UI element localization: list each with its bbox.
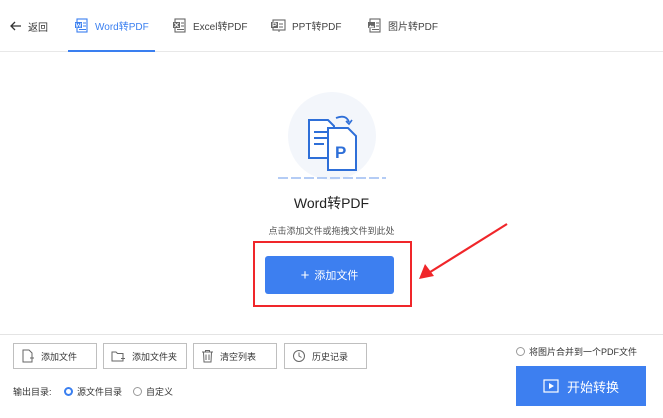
toolbar-history-button[interactable]: 历史记录 (284, 343, 367, 369)
toolbar-clear-list-label: 清空列表 (220, 351, 257, 362)
tab-image-to-pdf[interactable]: 图片转PDF (367, 0, 438, 51)
output-source-dir-label: 源文件目录 (77, 387, 123, 397)
svg-text:P: P (335, 143, 346, 162)
bottom-divider (0, 334, 663, 335)
tab-excel-to-pdf[interactable]: Excel转PDF (172, 0, 247, 51)
trash-icon (201, 349, 214, 363)
start-convert-button[interactable]: 开始转换 (516, 366, 646, 406)
top-bar: 返回 Word转PDF Excel转PDF PPT转PDF 图片转PDF (0, 0, 663, 52)
toolbar-add-file-label: 添加文件 (41, 351, 78, 362)
word-doc-icon (74, 18, 89, 33)
output-dir-label: 输出目录: (13, 387, 52, 397)
clock-icon (292, 349, 306, 363)
toolbar-add-folder-button[interactable]: 添加文件夹 (103, 343, 187, 369)
start-convert-label: 开始转换 (566, 379, 619, 395)
add-file-button[interactable]: + 添加文件 (265, 256, 394, 294)
merge-images-checkbox[interactable]: 将图片合并到一个PDF文件 (516, 345, 637, 358)
tab-label: 图片转PDF (388, 22, 438, 33)
merge-images-label: 将图片合并到一个PDF文件 (529, 347, 638, 357)
add-file-label: 添加文件 (314, 270, 359, 282)
radio-indicator (516, 347, 525, 356)
add-folder-icon (111, 349, 126, 363)
tab-label: Word转PDF (95, 22, 149, 33)
word-to-pdf-illustration: P (278, 92, 386, 180)
output-source-dir-radio[interactable]: 源文件目录 (64, 385, 122, 398)
radio-checked-indicator (64, 387, 73, 396)
dropzone-hint[interactable]: 点击添加文件或拖拽文件到此处 (0, 224, 663, 237)
radio-indicator (133, 387, 142, 396)
excel-doc-icon (172, 18, 187, 33)
output-custom-radio[interactable]: 自定义 (133, 385, 173, 398)
dropzone-title: Word转PDF (293, 195, 370, 211)
annotation-arrow (419, 223, 508, 279)
toolbar-add-file-button[interactable]: 添加文件 (13, 343, 97, 369)
play-icon (543, 379, 559, 393)
tab-label: PPT转PDF (292, 22, 342, 33)
add-file-icon (21, 349, 35, 363)
back-button[interactable]: 返回 (10, 17, 48, 35)
tab-ppt-to-pdf[interactable]: PPT转PDF (270, 0, 341, 51)
ppt-doc-icon (270, 18, 286, 33)
back-label: 返回 (28, 22, 48, 34)
toolbar-history-label: 历史记录 (312, 351, 349, 362)
toolbar-add-folder-label: 添加文件夹 (132, 351, 178, 362)
tab-word-to-pdf[interactable]: Word转PDF (68, 0, 155, 52)
output-custom-label: 自定义 (146, 387, 174, 397)
image-doc-icon (367, 18, 382, 33)
toolbar-clear-list-button[interactable]: 清空列表 (193, 343, 277, 369)
arrow-left-icon (10, 21, 21, 31)
plus-icon: + (300, 266, 310, 284)
tab-label: Excel转PDF (193, 22, 248, 33)
